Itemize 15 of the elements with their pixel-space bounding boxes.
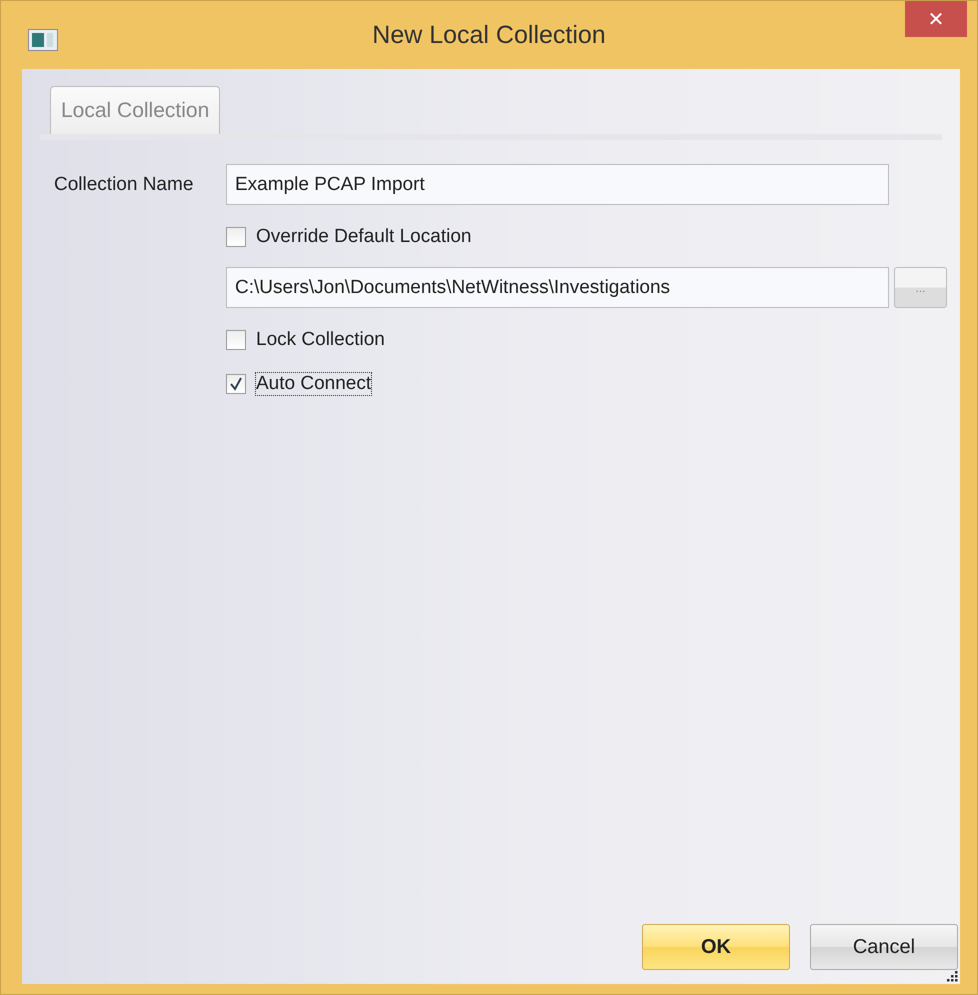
resize-grip-icon — [946, 970, 958, 982]
field-label: Collection Name — [53, 174, 194, 196]
ok-button[interactable]: OK — [642, 924, 790, 970]
checkbox-label[interactable]: Auto Connect — [256, 373, 372, 395]
close-button[interactable]: ✕ — [905, 1, 967, 37]
checkbox-label[interactable]: Override Default Location — [256, 226, 472, 248]
location-field[interactable]: C:\Users\Jon\Documents\NetWitness\Investigations — [226, 267, 889, 308]
window-title: New Local Collection — [372, 21, 606, 50]
collection-name-field[interactable]: Example PCAP Import — [226, 164, 889, 205]
checkbox[interactable] — [226, 374, 246, 394]
checkbox[interactable] — [226, 330, 246, 350]
window-icon — [28, 29, 58, 51]
cancel-button[interactable]: Cancel — [810, 924, 958, 970]
checkbox-label[interactable]: Lock Collection — [256, 329, 385, 351]
checkbox[interactable] — [226, 227, 246, 247]
